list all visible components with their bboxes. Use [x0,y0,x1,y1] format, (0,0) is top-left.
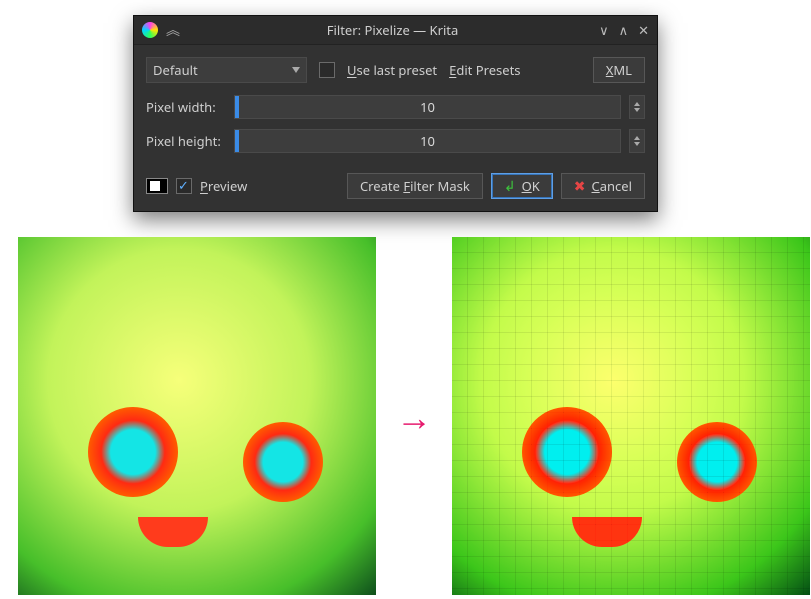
spin-up-icon [634,136,640,140]
minimize-button[interactable]: ∨ [599,21,609,39]
pixel-height-value: 10 [420,132,435,150]
preset-combo-value: Default [153,61,198,79]
filter-dialog: ︽ Filter: Pixelize — Krita ∨ ∧ ✕ Default… [133,15,658,212]
arrow-icon: → [396,392,432,441]
window-buttons: ∨ ∧ ✕ [599,21,649,39]
titlebar: ︽ Filter: Pixelize — Krita ∨ ∧ ✕ [134,16,657,45]
ok-arrow-icon: ↲ [504,177,516,196]
preview-toggle-icon[interactable] [146,178,168,194]
dropdown-chevron-icon [292,67,300,73]
preset-row: Default Use last preset Edit Presets XML [146,57,645,83]
illustration-eye [88,407,178,497]
app-icon [142,22,158,38]
preview-label[interactable]: Preview [200,177,247,195]
comparison-row: → [18,237,810,595]
pixel-height-slider[interactable]: 10 [234,129,621,153]
pixelized-image [452,237,810,595]
slider-fill [235,130,239,152]
pixel-grid-overlay [452,237,810,595]
use-last-preset-checkbox[interactable] [319,62,335,78]
illustration-eye [243,422,323,502]
xml-button[interactable]: XML [593,57,645,83]
pixel-height-row: Pixel height: 10 [146,129,645,153]
pixel-width-value: 10 [420,98,435,116]
pixel-height-label: Pixel height: [146,132,226,150]
maximize-button[interactable]: ∧ [619,21,629,39]
spin-down-icon [634,108,640,112]
spin-down-icon [634,142,640,146]
pixel-height-spin[interactable] [629,129,645,153]
original-image [18,237,376,595]
window-title: Filter: Pixelize — Krita [186,21,599,39]
preview-checkbox[interactable] [176,178,192,194]
use-last-preset-label[interactable]: Use last preset [347,61,437,79]
close-button[interactable]: ✕ [638,21,649,39]
spin-up-icon [634,102,640,106]
preset-combo[interactable]: Default [146,57,307,83]
ok-button[interactable]: ↲ OK [491,173,553,199]
cancel-x-icon: ✖ [574,177,586,196]
cancel-button[interactable]: ✖ Cancel [561,173,645,199]
create-filter-mask-button[interactable]: Create Filter Mask [347,173,483,199]
pixel-width-spin[interactable] [629,95,645,119]
pixel-width-row: Pixel width: 10 [146,95,645,119]
pixel-width-label: Pixel width: [146,98,226,116]
collapse-chevron-icon[interactable]: ︽ [166,20,180,40]
slider-fill [235,96,239,118]
dialog-footer: Preview Create Filter Mask ↲ OK ✖ Cancel [146,173,645,199]
pixel-width-slider[interactable]: 10 [234,95,621,119]
illustration-mouth [138,517,208,547]
edit-presets-button[interactable]: Edit Presets [449,61,520,79]
dialog-body: Default Use last preset Edit Presets XML… [134,45,657,211]
